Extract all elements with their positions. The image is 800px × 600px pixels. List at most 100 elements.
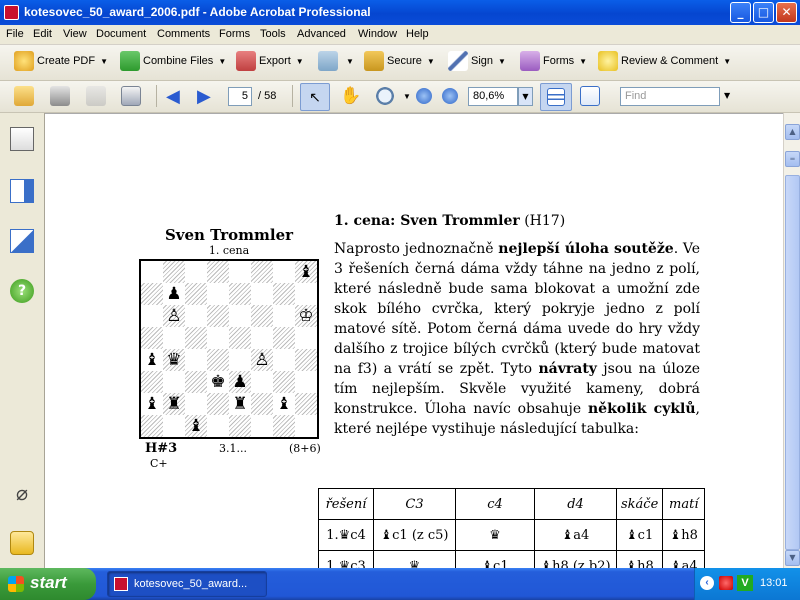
window-title: kotesovec_50_award_2006.pdf - Adobe Acro… <box>24 5 371 19</box>
menu-edit[interactable]: Edit <box>33 28 52 40</box>
print-button[interactable] <box>50 85 73 107</box>
secure-button[interactable]: Secure ▼ <box>364 50 435 72</box>
page-number-input[interactable]: 5 <box>228 87 252 106</box>
diagram-stipulation: H#3 <box>145 441 178 456</box>
menu-file[interactable]: File <box>6 28 24 40</box>
board-square <box>273 349 295 371</box>
menu-help[interactable]: Help <box>406 28 429 40</box>
chess-piece: ♜ <box>163 393 185 415</box>
stamp-button[interactable]: ▼ <box>318 50 354 72</box>
printer-icon <box>50 86 70 106</box>
board-square <box>273 283 295 305</box>
save-button[interactable] <box>86 85 109 107</box>
board-square <box>163 327 185 349</box>
taskbar-item-acrobat[interactable]: kotesovec_50_award... <box>107 571 267 597</box>
menu-view[interactable]: View <box>63 28 87 40</box>
board-square <box>273 305 295 327</box>
open-button[interactable] <box>14 85 37 107</box>
fit-page-button[interactable] <box>580 85 603 107</box>
board-square <box>141 371 163 393</box>
find-dropdown-icon[interactable]: ▼ <box>724 91 730 100</box>
scroll-down-button[interactable]: ▼ <box>785 550 800 566</box>
previous-page-button[interactable]: ◀ <box>166 85 180 107</box>
select-tool-button[interactable]: ↖ <box>300 83 330 111</box>
board-square <box>185 327 207 349</box>
signatures-icon[interactable] <box>10 229 34 253</box>
folder-icon <box>14 86 34 106</box>
menu-comments[interactable]: Comments <box>157 28 210 40</box>
email-button[interactable] <box>121 85 144 107</box>
pen-icon <box>448 51 468 71</box>
windows-logo-icon <box>8 576 24 592</box>
zoom-out-icon <box>416 88 432 104</box>
toolbar-separator <box>292 85 293 107</box>
board-square <box>185 393 207 415</box>
scrollbar-thumb[interactable] <box>785 175 800 550</box>
hand-tool-button[interactable]: ✋ <box>340 85 361 107</box>
close-button[interactable]: ✕ <box>776 2 797 23</box>
start-button[interactable]: start <box>0 568 96 600</box>
split-handle[interactable]: ═ <box>785 151 800 167</box>
chess-piece: ♝ <box>144 393 160 414</box>
board-square <box>251 393 273 415</box>
zoom-out-button[interactable] <box>416 85 435 107</box>
board-square <box>163 415 185 437</box>
menu-tools[interactable]: Tools <box>260 28 286 40</box>
menu-window[interactable]: Window <box>358 28 397 40</box>
board-square <box>185 261 207 283</box>
menu-document[interactable]: Document <box>96 28 146 40</box>
tasks-toolbar: Create PDF ▼ Combine Files ▼ Export ▼ ▼ Sec… <box>0 45 800 81</box>
security-shield-icon[interactable] <box>719 576 733 590</box>
board-square <box>163 371 185 393</box>
maximize-button[interactable]: □ <box>753 2 774 23</box>
chess-board: ♝ ♟ ♙ ♔ ♝ ♛ ♙ ♚ ♟ ♝ ♜ ♜ ♝ ♝ <box>139 259 319 439</box>
paperclip-icon[interactable]: ⌀ <box>10 481 34 505</box>
board-square <box>229 415 251 437</box>
vertical-scrollbar[interactable]: ▲ ═ ▼ <box>783 113 800 568</box>
board-square <box>207 393 229 415</box>
next-page-button[interactable]: ▶ <box>197 85 211 107</box>
tray-chevron-icon[interactable]: ‹ <box>700 576 714 590</box>
zoom-level-input[interactable]: 80,6% <box>468 87 518 106</box>
arrow-right-icon: ▶ <box>197 85 211 106</box>
board-square <box>207 283 229 305</box>
bookmarks-icon[interactable] <box>10 179 34 203</box>
title-bar[interactable]: kotesovec_50_award_2006.pdf - Adobe Acro… <box>0 0 800 25</box>
sign-button[interactable]: Sign ▼ <box>448 50 506 72</box>
combine-files-icon <box>120 51 140 71</box>
board-square <box>229 283 251 305</box>
menu-forms[interactable]: Forms <box>219 28 250 40</box>
export-button[interactable]: Export ▼ <box>236 50 304 72</box>
table-header: skáče <box>615 488 664 520</box>
comments-icon[interactable] <box>10 531 34 555</box>
forms-button[interactable]: Forms ▼ <box>520 50 587 72</box>
board-square <box>251 415 273 437</box>
table-header: řešení <box>318 488 374 520</box>
table-header: matí <box>662 488 706 520</box>
fit-width-button[interactable] <box>540 83 572 111</box>
help-icon[interactable]: ? <box>10 279 34 303</box>
find-input[interactable]: Find <box>620 87 720 106</box>
menu-bar: File Edit View Document Comments Forms T… <box>0 25 800 45</box>
antivirus-icon[interactable]: V <box>737 575 753 591</box>
zoom-dropdown-button[interactable]: ▼ <box>518 87 533 106</box>
start-label: start <box>30 573 67 592</box>
chess-piece: ♛ <box>163 349 185 371</box>
board-square <box>141 261 163 283</box>
menu-advanced[interactable]: Advanced <box>297 28 346 40</box>
arrow-left-icon: ◀ <box>166 85 180 106</box>
combine-files-button[interactable]: Combine Files ▼ <box>120 50 226 72</box>
review-comment-button[interactable]: Review & Comment ▼ <box>598 50 731 72</box>
toolbar-separator <box>156 85 157 107</box>
zoom-in-button[interactable] <box>442 85 461 107</box>
board-square <box>229 349 251 371</box>
board-square <box>163 261 185 283</box>
minimize-button[interactable]: _ <box>730 2 751 23</box>
pages-icon[interactable] <box>10 127 34 151</box>
board-square <box>185 371 207 393</box>
zoom-tool-button[interactable]: ▼ <box>375 85 411 107</box>
board-square <box>185 305 207 327</box>
scroll-up-button[interactable]: ▲ <box>785 124 800 140</box>
create-pdf-button[interactable]: Create PDF ▼ <box>14 50 108 72</box>
board-square <box>295 327 317 349</box>
